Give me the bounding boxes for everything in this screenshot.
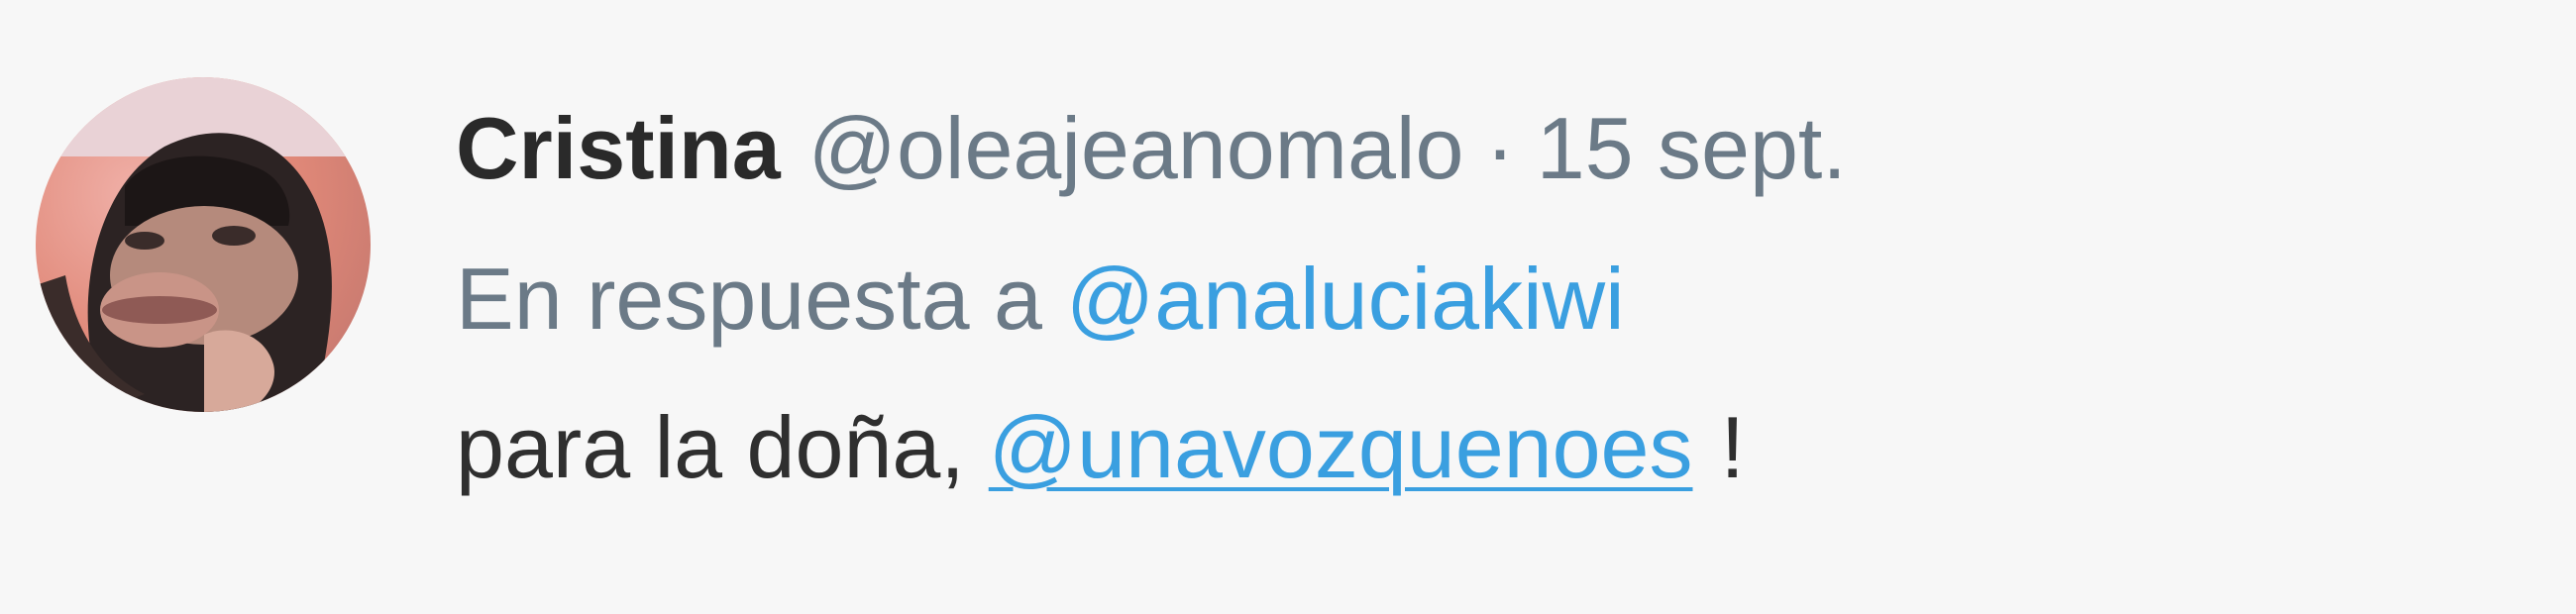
tweet-card[interactable]: Cristina @oleajeanomalo · 15 sept. En re… [0, 0, 2576, 614]
tweet-body-suffix: ! [1720, 398, 1745, 496]
avatar-image [36, 77, 371, 412]
tweet-body-text: para la doña, [456, 398, 965, 496]
tweet-text: para la doña, @unavozquenoes! [456, 393, 2536, 502]
user-handle[interactable]: @oleajeanomalo [808, 94, 1464, 203]
display-name[interactable]: Cristina [456, 94, 781, 203]
tweet-content: Cristina @oleajeanomalo · 15 sept. En re… [456, 94, 2536, 502]
reply-context: En respuesta a @analuciakiwi [456, 245, 2536, 354]
avatar[interactable] [36, 77, 371, 412]
reply-prefix: En respuesta a [456, 250, 1042, 348]
separator-dot: · [1485, 99, 1515, 197]
tweet-header: Cristina @oleajeanomalo · 15 sept. [456, 94, 2536, 203]
mention-link[interactable]: @unavozquenoes [989, 398, 1693, 496]
reply-to-link[interactable]: @analuciakiwi [1066, 250, 1625, 348]
tweet-date[interactable]: 15 sept. [1537, 94, 1847, 203]
